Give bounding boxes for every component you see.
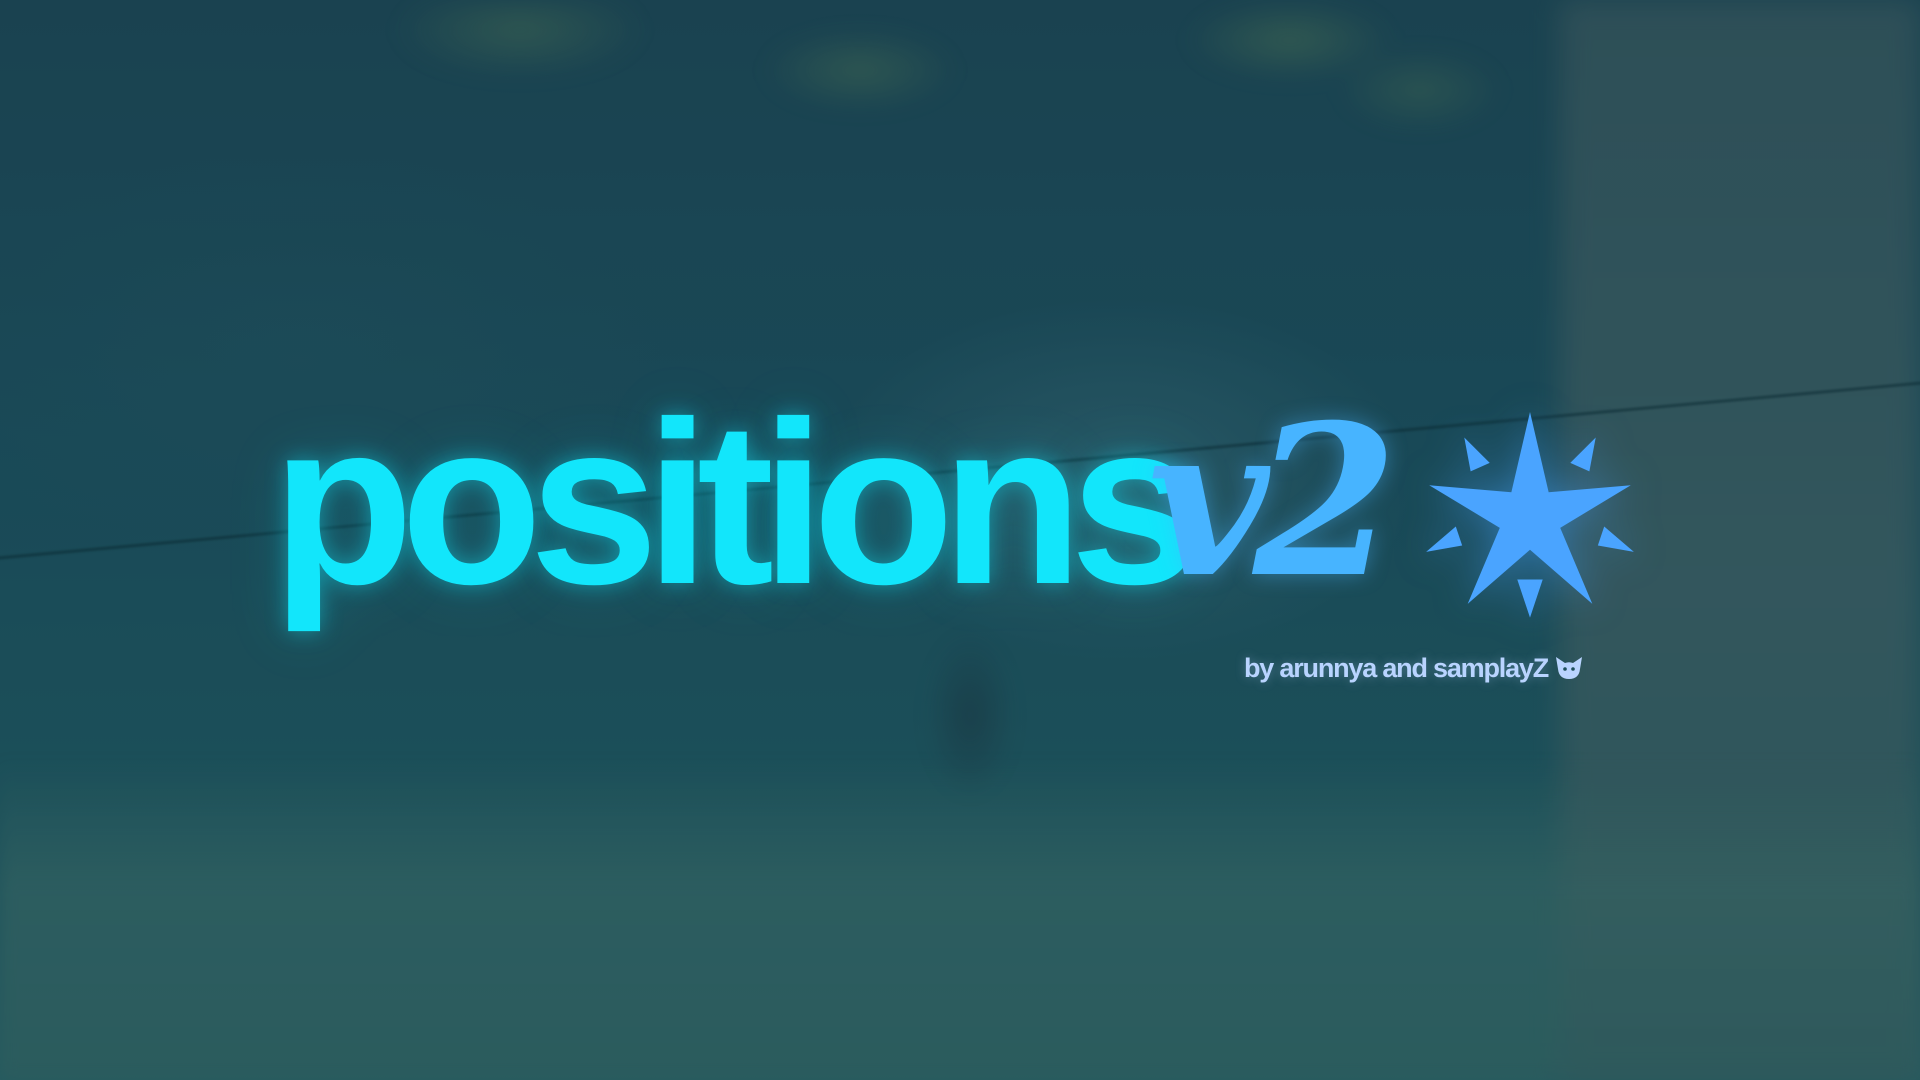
title-card: positions v2 by arunnya and samplayZ — [0, 0, 1920, 1080]
credit-text: by arunnya and samplayZ — [1244, 652, 1549, 683]
title-word: positions — [272, 374, 1199, 633]
version-label: v2 — [1148, 380, 1398, 624]
credit-line: by arunnya and samplayZ — [1244, 648, 1604, 688]
sparkle-star-icon — [1426, 412, 1634, 618]
cat-face-icon — [1556, 657, 1583, 679]
